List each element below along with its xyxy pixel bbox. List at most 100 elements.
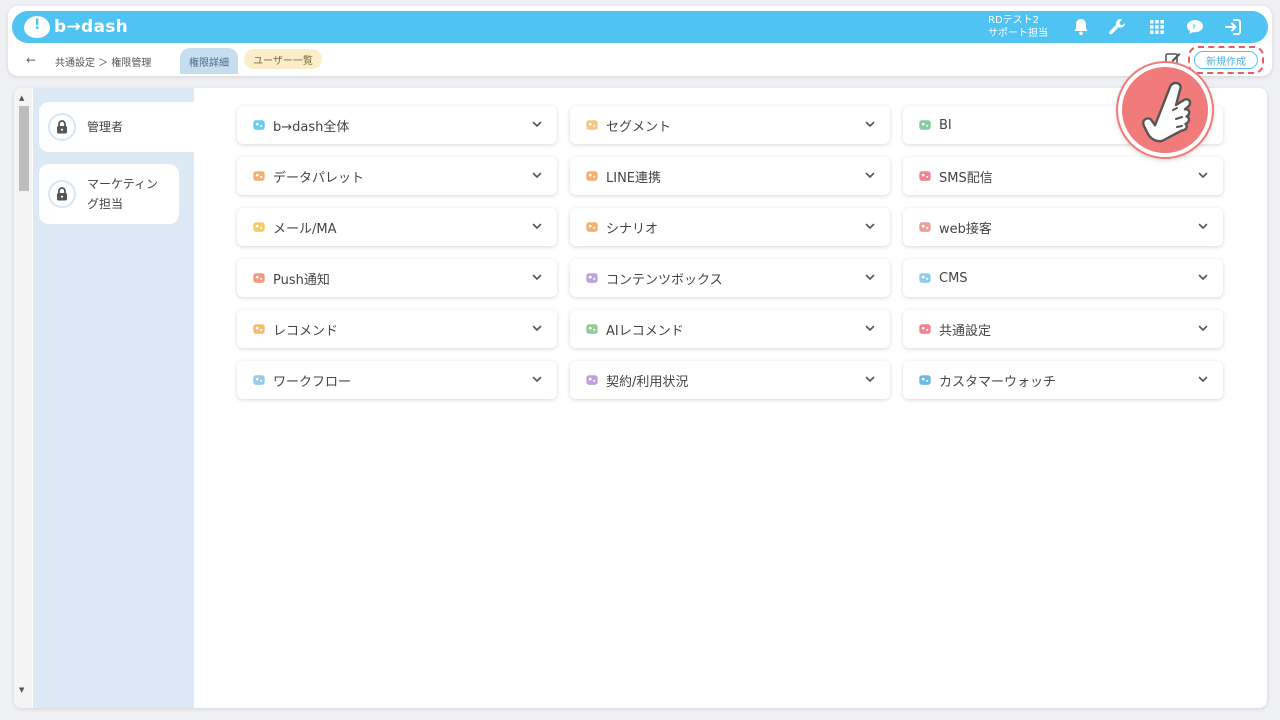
- chevron-down-icon[interactable]: [864, 373, 876, 385]
- new-create-button[interactable]: 新規作成: [1194, 51, 1258, 69]
- accordion-label: AIレコメンド: [606, 323, 684, 339]
- scrollbar[interactable]: ▲ ▼: [14, 88, 32, 708]
- accordion-label: web接客: [939, 221, 992, 237]
- chevron-down-icon[interactable]: [1197, 322, 1209, 334]
- tab-user-list[interactable]: ユーザー一覧: [244, 49, 322, 69]
- settings-icon: [917, 321, 933, 337]
- logout-icon[interactable]: [1222, 16, 1244, 38]
- permission-accordion[interactable]: 共通設定: [903, 310, 1223, 348]
- recommend-icon: [251, 321, 267, 337]
- header: b→dash RDテスト2 サポート担当 ? ← 共通設定 ＞ 権限管理 権限詳…: [8, 6, 1272, 76]
- back-arrow-icon[interactable]: ←: [26, 53, 36, 67]
- accordion-label: BI: [939, 117, 952, 133]
- accordion-label: セグメント: [606, 119, 672, 135]
- role-label-line2: グ担当: [87, 197, 124, 211]
- contract-icon: [584, 372, 600, 388]
- user-info[interactable]: RDテスト2 サポート担当: [988, 14, 1048, 40]
- push-icon: [251, 270, 267, 286]
- customer-watch-icon: [917, 372, 933, 388]
- top-bar: b→dash RDテスト2 サポート担当 ?: [12, 11, 1268, 43]
- scroll-up-icon[interactable]: ▲: [19, 94, 24, 102]
- accordion-label: データパレット: [273, 170, 365, 186]
- lock-icon: [48, 180, 76, 208]
- permission-accordion[interactable]: コンテンツボックス: [570, 259, 890, 297]
- main-panel: ▲ ▼ 管理者 マーケティン グ担当 b→dash全体 セグメント BI データパレッ…: [14, 88, 1267, 708]
- permission-accordion[interactable]: SMS配信: [903, 157, 1223, 195]
- line-icon: [584, 168, 600, 184]
- ai-recommend-icon: [584, 321, 600, 337]
- cloud-icon: [251, 117, 267, 133]
- logo[interactable]: b→dash: [24, 16, 128, 38]
- permission-accordion[interactable]: AIレコメンド: [570, 310, 890, 348]
- scroll-down-icon[interactable]: ▼: [19, 686, 24, 694]
- chevron-down-icon[interactable]: [864, 322, 876, 334]
- role-label-line1: マーケティン: [87, 177, 159, 191]
- sms-icon: [917, 168, 933, 184]
- scenario-icon: [584, 219, 600, 235]
- permission-accordion[interactable]: b→dash全体: [237, 106, 557, 144]
- chevron-down-icon[interactable]: [1197, 271, 1209, 283]
- new-button-highlight: 新規作成: [1188, 46, 1264, 74]
- accordion-label: レコメンド: [273, 323, 339, 339]
- accordion-label: カスタマーウォッチ: [939, 374, 1057, 390]
- permission-accordion[interactable]: web接客: [903, 208, 1223, 246]
- chevron-down-icon[interactable]: [531, 118, 543, 130]
- permission-accordion[interactable]: LINE連携: [570, 157, 890, 195]
- permission-accordion[interactable]: シナリオ: [570, 208, 890, 246]
- chart-icon: [917, 117, 933, 133]
- cms-icon: [917, 270, 933, 286]
- permission-accordion[interactable]: 契約/利用状況: [570, 361, 890, 399]
- scroll-thumb[interactable]: [19, 106, 29, 191]
- role-sidebar: 管理者 マーケティン グ担当: [33, 88, 194, 708]
- user-name: RDテスト2: [988, 15, 1040, 26]
- svg-text:?: ?: [1192, 24, 1196, 31]
- permission-accordion[interactable]: Push通知: [237, 259, 557, 297]
- chevron-down-icon[interactable]: [864, 118, 876, 130]
- breadcrumb: 共通設定 ＞ 権限管理: [55, 58, 152, 69]
- permission-accordion[interactable]: データパレット: [237, 157, 557, 195]
- chevron-down-icon[interactable]: [1197, 169, 1209, 181]
- content-box-icon: [584, 270, 600, 286]
- accordion-label: 共通設定: [939, 323, 992, 339]
- accordion-label: 契約/利用状況: [606, 374, 689, 390]
- accordion-label: ワークフロー: [273, 374, 352, 390]
- permission-accordion[interactable]: カスタマーウォッチ: [903, 361, 1223, 399]
- pointing-hand-icon: [1118, 63, 1212, 157]
- role-item-admin[interactable]: 管理者: [39, 102, 194, 152]
- chevron-down-icon[interactable]: [531, 373, 543, 385]
- permission-accordion[interactable]: CMS: [903, 259, 1223, 297]
- logo-mark-icon: [24, 16, 50, 38]
- palette-icon: [251, 168, 267, 184]
- chevron-down-icon[interactable]: [864, 271, 876, 283]
- permission-accordion[interactable]: セグメント: [570, 106, 890, 144]
- bell-icon[interactable]: [1070, 16, 1092, 38]
- accordion-label: SMS配信: [939, 170, 993, 186]
- chevron-down-icon[interactable]: [1197, 373, 1209, 385]
- chevron-down-icon[interactable]: [531, 169, 543, 181]
- accordion-label: Push通知: [273, 272, 330, 288]
- accordion-label: b→dash全体: [273, 119, 350, 135]
- help-chat-icon[interactable]: ?: [1184, 16, 1206, 38]
- chevron-down-icon[interactable]: [531, 220, 543, 232]
- segment-icon: [584, 117, 600, 133]
- permission-accordion[interactable]: ワークフロー: [237, 361, 557, 399]
- user-role: サポート担当: [988, 28, 1048, 39]
- wrench-icon[interactable]: [1106, 16, 1128, 38]
- role-item-marketing[interactable]: マーケティン グ担当: [39, 164, 179, 224]
- permission-accordion[interactable]: レコメンド: [237, 310, 557, 348]
- lock-icon: [48, 113, 76, 141]
- accordion-label: CMS: [939, 270, 968, 286]
- chevron-down-icon[interactable]: [864, 169, 876, 181]
- web-icon: [917, 219, 933, 235]
- chevron-down-icon[interactable]: [864, 220, 876, 232]
- accordion-label: コンテンツボックス: [606, 272, 723, 288]
- permission-accordion[interactable]: メール/MA: [237, 208, 557, 246]
- chevron-down-icon[interactable]: [531, 271, 543, 283]
- tab-permission-detail[interactable]: 権限詳細: [180, 48, 238, 74]
- accordion-label: LINE連携: [606, 170, 662, 186]
- workflow-icon: [251, 372, 267, 388]
- grid-icon[interactable]: [1146, 16, 1168, 38]
- chevron-down-icon[interactable]: [1197, 220, 1209, 232]
- sub-bar: ← 共通設定 ＞ 権限管理 権限詳細 ユーザー一覧 新規作成: [8, 46, 1272, 74]
- chevron-down-icon[interactable]: [531, 322, 543, 334]
